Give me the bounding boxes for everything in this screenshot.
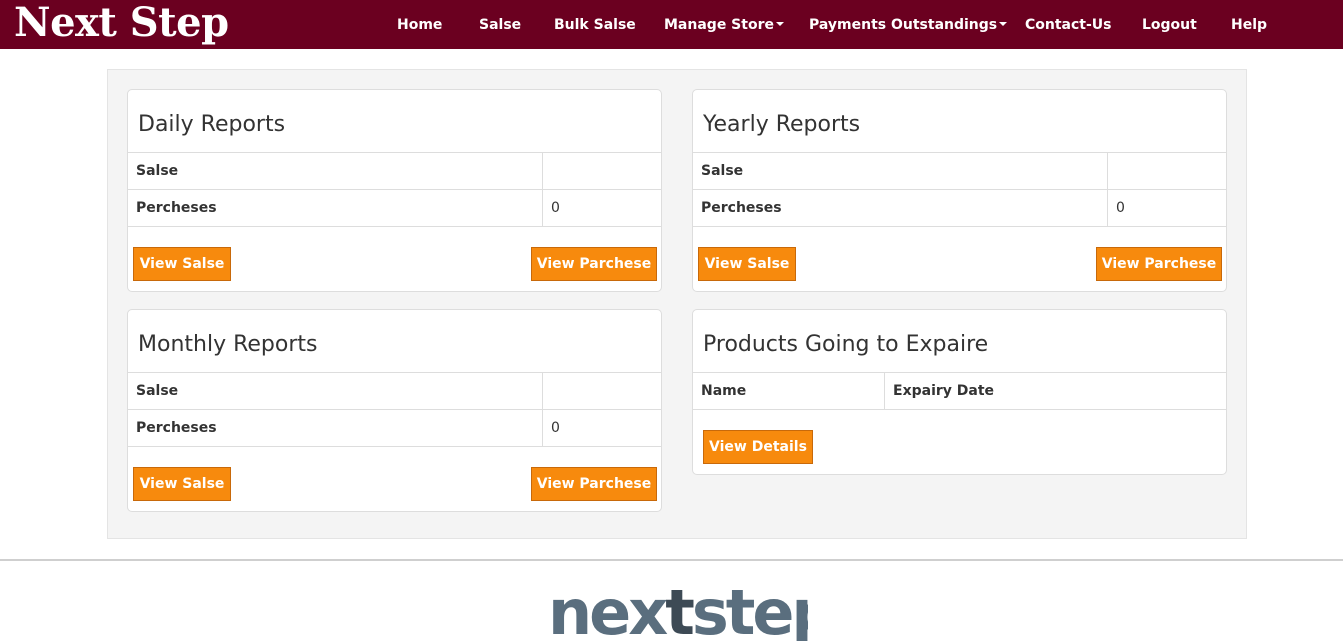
row-label: Salse — [701, 163, 744, 179]
nav-contact-us[interactable]: Contact-Us — [1025, 0, 1112, 49]
row-label: Salse — [136, 163, 179, 179]
row-value — [1107, 153, 1227, 190]
row-value — [542, 373, 662, 410]
view-salse-button[interactable]: View Salse — [698, 247, 796, 281]
view-parchese-button[interactable]: View Parchese — [531, 247, 657, 281]
view-salse-button[interactable]: View Salse — [133, 467, 231, 501]
panel-title: Monthly Reports — [138, 332, 318, 357]
footer-logo-part: nex — [548, 582, 668, 641]
row-value: 0 — [542, 410, 662, 447]
nav-manage-store-label: Manage Store — [664, 17, 774, 33]
column-header-name: Name — [701, 383, 747, 399]
panel-title: Daily Reports — [138, 112, 286, 137]
row-label: Percheses — [136, 420, 217, 436]
nav-logout[interactable]: Logout — [1142, 0, 1197, 49]
brand-logo[interactable]: Next Step — [14, 0, 229, 47]
table-row: Salse — [128, 152, 662, 190]
view-parchese-button[interactable]: View Parchese — [531, 467, 657, 501]
footer-logo-part: t — [665, 582, 695, 641]
nav-payments-label: Payments Outstandings — [809, 17, 998, 33]
footer-logo-text: nextstep — [548, 582, 808, 641]
table-divider — [128, 226, 661, 227]
nav-payments-outstandings[interactable]: Payments Outstandings — [809, 0, 1008, 49]
row-value: 0 — [542, 190, 662, 227]
table-divider — [128, 446, 661, 447]
monthly-reports-panel: Monthly Reports Salse Percheses 0 View S… — [127, 309, 662, 512]
table-row: Percheses 0 — [693, 189, 1227, 227]
footer-divider — [0, 559, 1343, 561]
chevron-down-icon — [775, 22, 784, 26]
panel-title: Yearly Reports — [703, 112, 861, 137]
row-value — [542, 153, 662, 190]
nav-home[interactable]: Home — [397, 0, 442, 49]
view-parchese-button[interactable]: View Parchese — [1096, 247, 1222, 281]
table-header-row: Name Expairy Date — [693, 372, 1227, 410]
footer-logo-part: step — [691, 582, 808, 641]
table-row: Salse — [693, 152, 1227, 190]
row-label: Percheses — [701, 200, 782, 216]
yearly-reports-panel: Yearly Reports Salse Percheses 0 View Sa… — [692, 89, 1227, 292]
nav-manage-store[interactable]: Manage Store — [664, 0, 784, 49]
nav-help[interactable]: Help — [1231, 0, 1267, 49]
table-row: Percheses 0 — [128, 189, 662, 227]
column-header-expiry-date: Expairy Date — [884, 373, 1227, 410]
view-salse-button[interactable]: View Salse — [133, 247, 231, 281]
footer-logo: nextstep — [548, 582, 808, 641]
row-label: Percheses — [136, 200, 217, 216]
table-divider — [693, 409, 1226, 410]
view-details-button[interactable]: View Details — [703, 430, 813, 464]
nav-salse[interactable]: Salse — [479, 0, 521, 49]
table-row: Percheses 0 — [128, 409, 662, 447]
row-value: 0 — [1107, 190, 1227, 227]
table-row: Salse — [128, 372, 662, 410]
expiring-products-panel: Products Going to Expaire Name Expairy D… — [692, 309, 1227, 475]
row-label: Salse — [136, 383, 179, 399]
table-divider — [693, 226, 1226, 227]
daily-reports-panel: Daily Reports Salse Percheses 0 View Sal… — [127, 89, 662, 292]
top-navbar: Next Step Home Salse Bulk Salse Manage S… — [0, 0, 1343, 49]
chevron-down-icon — [999, 22, 1008, 26]
panel-title: Products Going to Expaire — [703, 332, 989, 357]
nav-bulk-salse[interactable]: Bulk Salse — [554, 0, 636, 49]
